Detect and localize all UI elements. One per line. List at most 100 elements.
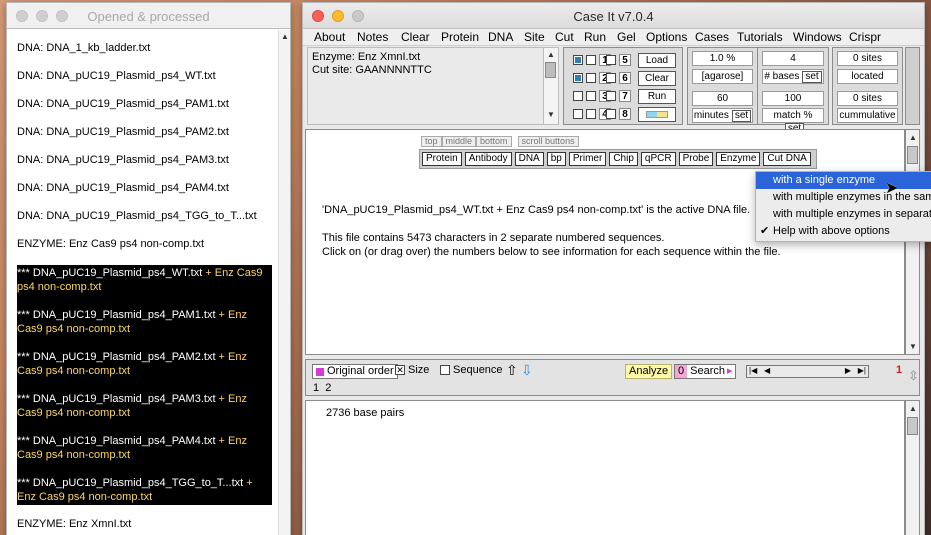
menu-crispr[interactable]: Crispr xyxy=(849,30,881,44)
menu-gel[interactable]: Gel xyxy=(617,30,636,44)
lane-5[interactable]: 5 xyxy=(606,54,631,66)
qpcr-scroll-button[interactable]: qPCR xyxy=(640,152,676,166)
list-item[interactable]: DNA: DNA_1_kb_ladder.txt xyxy=(17,41,272,55)
list-item[interactable]: DNA: DNA_pUC19_Plasmid_ps4_WT.txt xyxy=(17,69,272,83)
scroll-up-arrow-icon[interactable]: ▲ xyxy=(908,404,918,414)
selected-list-item[interactable]: *** DNA_pUC19_Plasmid_ps4_WT.txt + Enz C… xyxy=(17,265,272,309)
size-checkbox[interactable]: ✕ xyxy=(395,365,405,375)
menu-protein[interactable]: Protein xyxy=(441,30,479,44)
match-value[interactable]: 100 xyxy=(762,91,824,106)
selected-list-item[interactable]: *** DNA_pUC19_Plasmid_ps4_PAM2.txt + Enz… xyxy=(17,349,272,393)
next-icon[interactable]: ▶ xyxy=(845,366,851,375)
lane-6-checkbox[interactable] xyxy=(606,73,616,83)
bases-value[interactable]: 4 xyxy=(762,51,824,66)
lane-4-checkbox[interactable] xyxy=(573,109,583,119)
sequence-number-list[interactable]: 1 2 xyxy=(313,382,331,394)
size-checkbox-group[interactable]: ✕ Size xyxy=(395,364,429,376)
minutes-set-button[interactable]: set xyxy=(731,110,752,122)
tab-bottom[interactable]: bottom xyxy=(476,136,512,147)
first-icon[interactable]: |◀ xyxy=(749,366,757,375)
lane-3-secondary-checkbox[interactable] xyxy=(586,91,596,101)
selected-list-item[interactable]: *** DNA_pUC19_Plasmid_ps4_PAM3.txt + Enz… xyxy=(17,391,272,435)
menu-windows[interactable]: Windows xyxy=(793,30,842,44)
analyze-button[interactable]: Analyze xyxy=(625,364,673,379)
list-item[interactable]: DNA: DNA_pUC19_Plasmid_ps4_TGG_to_T...tx… xyxy=(17,209,272,223)
lane-8-checkbox[interactable] xyxy=(606,109,616,119)
left-title-bar[interactable]: Opened & processed xyxy=(7,3,290,29)
menu-cut[interactable]: Cut xyxy=(555,30,574,44)
scroll-up-arrow-icon[interactable]: ▲ xyxy=(280,32,290,42)
list-item[interactable]: DNA: DNA_pUC19_Plasmid_ps4_PAM1.txt xyxy=(17,97,272,111)
down-arrow-icon[interactable]: ⇩ xyxy=(521,363,533,377)
original-order-button[interactable]: Original order xyxy=(312,364,398,379)
list-item[interactable]: ENZYME: Enz Cas9 ps4 non-comp.txt xyxy=(17,237,272,251)
menu-run[interactable]: Run xyxy=(584,30,606,44)
main-title-bar[interactable]: Case It v7.0.4 xyxy=(303,3,924,29)
scroll-down-arrow-icon[interactable]: ▼ xyxy=(908,342,918,352)
chip-scroll-button[interactable]: Chip xyxy=(609,152,638,166)
enzyme-scroll-button[interactable]: Enzyme xyxy=(716,152,761,166)
scroll-arrows-icon[interactable]: ⇳ xyxy=(908,368,919,384)
tab-scroll-buttons[interactable]: scroll buttons xyxy=(517,136,579,147)
lane-2-secondary-checkbox[interactable] xyxy=(586,73,596,83)
prev-icon[interactable]: ◀ xyxy=(764,366,770,375)
menu-dna[interactable]: DNA xyxy=(488,30,513,44)
sequence-checkbox-group[interactable]: Sequence xyxy=(440,364,503,376)
lane-7-checkbox[interactable] xyxy=(606,91,616,101)
lane-5-checkbox[interactable] xyxy=(606,55,616,65)
menu-notes[interactable]: Notes xyxy=(357,30,388,44)
bottom-scrollbar[interactable]: ▲ xyxy=(905,400,920,535)
scroll-up-arrow-icon[interactable]: ▲ xyxy=(908,133,918,143)
menu-tutorials[interactable]: Tutorials xyxy=(737,30,783,44)
bp-scroll-button[interactable]: bp xyxy=(546,152,566,166)
scroll-thumb[interactable] xyxy=(907,146,918,164)
list-item[interactable]: DNA: DNA_pUC19_Plasmid_ps4_PAM4.txt xyxy=(17,181,272,195)
menu-item-multiple-separate[interactable]: with multiple enzymes in separate xyxy=(756,206,931,223)
list-item[interactable]: DNA: DNA_pUC19_Plasmid_ps4_PAM3.txt xyxy=(17,153,272,167)
probe-scroll-button[interactable]: Probe xyxy=(678,152,714,166)
search-button[interactable]: 0 Search ▸ xyxy=(674,364,736,379)
scroll-thumb[interactable] xyxy=(907,417,918,435)
clear-button[interactable]: Clear xyxy=(638,71,676,86)
run-button[interactable]: Run xyxy=(638,89,676,104)
lane-2-checkbox[interactable] xyxy=(573,73,583,83)
up-arrow-icon[interactable]: ⇧ xyxy=(506,363,518,377)
selected-list-item[interactable]: *** DNA_pUC19_Plasmid_ps4_PAM4.txt + Enz… xyxy=(17,433,272,477)
minutes-value[interactable]: 60 xyxy=(692,91,753,106)
last-icon[interactable]: ▶| xyxy=(858,366,866,375)
lane-4-secondary-checkbox[interactable] xyxy=(586,109,596,119)
agarose-value[interactable]: 1.0 % xyxy=(692,51,753,66)
scroll-thumb[interactable] xyxy=(545,62,556,78)
menu-site[interactable]: Site xyxy=(524,30,545,44)
load-button[interactable]: Load xyxy=(638,53,676,68)
tab-top[interactable]: top xyxy=(421,136,442,147)
menu-item-multiple-same[interactable]: with multiple enzymes in the same xyxy=(756,189,931,206)
enzyme-scrollbar[interactable]: ▲ ▼ xyxy=(543,48,558,124)
tab-middle[interactable]: middle xyxy=(441,136,477,147)
protein-scroll-button[interactable]: Protein xyxy=(422,152,462,166)
selected-list-item[interactable]: *** DNA_pUC19_Plasmid_ps4_PAM1.txt + Enz… xyxy=(17,307,272,351)
scroll-down-arrow-icon[interactable]: ▼ xyxy=(546,110,556,120)
lane-8[interactable]: 8 xyxy=(606,108,631,120)
lane-1-secondary-checkbox[interactable] xyxy=(586,55,596,65)
list-item[interactable]: DNA: DNA_pUC19_Plasmid_ps4_PAM2.txt xyxy=(17,125,272,139)
lane-7[interactable]: 7 xyxy=(606,90,631,102)
sequence-navigation-scrollbar[interactable]: |◀ ◀ ▶ ▶| xyxy=(746,365,869,378)
list-item[interactable]: ENZYME: Enz XmnI.txt xyxy=(17,517,272,531)
menu-about[interactable]: About xyxy=(314,30,345,44)
cut-dna-scroll-button[interactable]: Cut DNA xyxy=(763,152,811,166)
menu-item-single-enzyme[interactable]: with a single enzyme xyxy=(756,172,931,189)
dna-scroll-button[interactable]: DNA xyxy=(514,152,544,166)
selected-list-item[interactable]: *** DNA_pUC19_Plasmid_ps4_TGG_to_T...txt… xyxy=(17,475,272,505)
menu-cases[interactable]: Cases xyxy=(695,30,729,44)
menu-clear[interactable]: Clear xyxy=(401,30,430,44)
menu-options[interactable]: Options xyxy=(646,30,687,44)
bases-set-button[interactable]: set xyxy=(802,71,822,83)
lane-1-checkbox[interactable] xyxy=(573,55,583,65)
menu-item-help[interactable]: ✔ Help with above options xyxy=(756,223,931,240)
lane-6[interactable]: 6 xyxy=(606,72,631,84)
scroll-up-arrow-icon[interactable]: ▲ xyxy=(546,50,556,60)
antibody-scroll-button[interactable]: Antibody xyxy=(464,152,512,166)
sequence-checkbox[interactable] xyxy=(440,365,450,375)
lane-3-checkbox[interactable] xyxy=(573,91,583,101)
